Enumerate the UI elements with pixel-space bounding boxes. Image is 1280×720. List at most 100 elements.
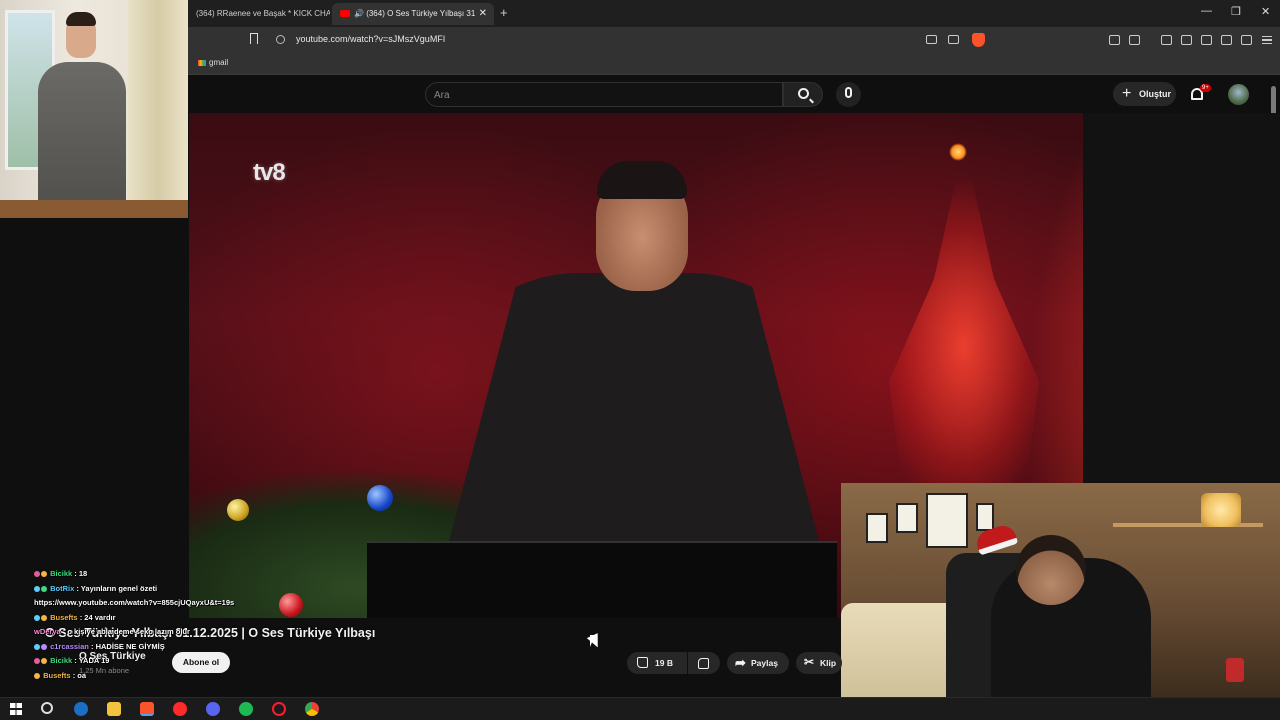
speaker-icon: 🔊 (354, 9, 367, 18)
chat-username: BotRix (50, 583, 75, 593)
close-tab-icon[interactable]: ✕ (479, 3, 487, 25)
youtube-favicon-icon (340, 10, 350, 18)
chat-message: Bicikk : YADA 19 (34, 654, 284, 669)
browser-menu-icon[interactable] (1262, 36, 1272, 44)
chat-text: : HADİSE NE GİYMİŞ (90, 641, 165, 651)
voice-search-button[interactable] (836, 82, 861, 107)
desk (367, 543, 837, 618)
chat-message: c1rcassian : HADİSE NE GİYMİŞ (34, 640, 284, 655)
chat-username: Bicikk (50, 569, 73, 578)
like-count: 19 B (655, 658, 673, 668)
tab-manager-icon[interactable] (1129, 35, 1140, 45)
media-icon[interactable] (1161, 35, 1172, 45)
thumbs-up-icon (637, 657, 648, 668)
webcam-overlay-streamer (841, 483, 1280, 703)
curtain (128, 0, 188, 218)
chat-message: Bicikk : 18 (34, 567, 284, 582)
tab-label: (364) RRaenee ve Başak * KICK CHAT (196, 9, 330, 18)
share-button[interactable]: ➦ Paylaş (727, 652, 789, 674)
chat-username: wDerya (34, 627, 61, 636)
search-input[interactable] (434, 87, 764, 103)
chat-text: : Yayınların genel özeti (76, 583, 158, 593)
thumbs-down-icon (698, 658, 709, 669)
search-icon[interactable] (41, 702, 53, 714)
scissors-icon: ✂ (804, 655, 815, 669)
tab-kick-chat[interactable]: (364) RRaenee ve Başak * KICK CHAT (188, 3, 330, 25)
create-button[interactable]: + Oluştur (1113, 82, 1176, 106)
wall-frame (866, 513, 888, 543)
chat-message: Busefts : 24 vardır (34, 611, 284, 626)
new-tab-button[interactable]: + (500, 3, 508, 23)
mouse-cursor (590, 635, 595, 647)
chat-badge-icon (34, 658, 40, 665)
create-label: Oluştur (1139, 89, 1172, 99)
leo-ai-icon[interactable] (1221, 35, 1232, 45)
chat-badge-icon (34, 585, 40, 592)
chat-username: Busefts (50, 612, 78, 622)
webcam-overlay-guest (0, 0, 188, 218)
search-button[interactable] (783, 82, 823, 107)
youtube-music-icon[interactable] (173, 702, 187, 716)
spotify-icon[interactable] (239, 702, 253, 716)
chrome-icon[interactable] (305, 702, 319, 716)
steam-icon[interactable] (74, 702, 88, 716)
chat-link[interactable]: https://www.youtube.com/watch?v=855cjUQa… (34, 598, 234, 607)
brave-shields-icon[interactable] (972, 33, 985, 47)
chat-username: c1rcassian (50, 641, 89, 651)
bookmark-gmail[interactable]: gmail (198, 58, 228, 67)
wall-frame (896, 503, 918, 533)
cast-icon[interactable] (926, 35, 937, 44)
chat-badge-icon (34, 643, 40, 650)
video-side-panel (1083, 113, 1280, 483)
bookmark-label: gmail (209, 58, 229, 67)
restore-button[interactable]: ❐ (1231, 5, 1241, 18)
notification-badge: 9+ (1200, 84, 1211, 92)
chat-badge-icon (34, 614, 40, 621)
chat-badge-icon (34, 672, 40, 679)
blue-ornament (367, 485, 393, 511)
chat-badge-icon (41, 658, 47, 665)
guest-hair (66, 12, 96, 26)
discord-icon[interactable] (206, 702, 220, 716)
chat-text: : YADA 19 (74, 656, 110, 665)
tab-youtube-video[interactable]: 🔊 (364) O Ses Türkiye Yılbaşı 31 ✕ (332, 3, 494, 25)
chat-text: : 24 vardır (79, 612, 116, 622)
sidebar-icon[interactable] (1181, 35, 1192, 45)
url-field[interactable]: youtube.com/watch?v=sJMszVguMFI (296, 34, 445, 44)
streamer-head (1016, 535, 1086, 605)
chat-username: Bicikk (50, 656, 73, 665)
search-icon (798, 88, 809, 99)
extensions-icon[interactable] (1109, 35, 1120, 45)
site-settings-icon[interactable] (276, 35, 285, 44)
chat-badge-icon (34, 571, 40, 578)
close-window-button[interactable]: ✕ (1261, 5, 1270, 18)
youtube-header: + Oluştur 9+ (188, 75, 1280, 113)
clip-button[interactable]: ✂ Klip (796, 652, 842, 674)
windows-taskbar (0, 697, 1280, 720)
christmas-tree-lights (889, 143, 1039, 483)
opera-icon[interactable] (272, 702, 286, 716)
share-page-icon[interactable] (948, 35, 959, 44)
avatar[interactable] (1228, 84, 1249, 105)
tv8-logo: tv8 (253, 159, 286, 186)
chat-badge-icon (41, 614, 47, 621)
bookmark-icon[interactable] (250, 33, 258, 44)
clip-label: Klip (820, 658, 837, 668)
chat-badge-icon (41, 643, 47, 650)
tab-label: (364) O Ses Türkiye Yılbaşı 31 (366, 9, 476, 18)
search-box (425, 82, 783, 107)
minimize-button[interactable]: — (1201, 5, 1212, 17)
vpn-icon[interactable] (1241, 35, 1252, 45)
chat-message: wDerya : o kişiye abla deme seko lazım o… (34, 625, 284, 640)
brave-icon[interactable] (140, 702, 154, 716)
chat-message: https://www.youtube.com/watch?v=855cjUQa… (34, 596, 284, 611)
dislike-button[interactable] (688, 652, 720, 674)
share-arrow-icon: ➦ (735, 655, 746, 670)
file-explorer-icon[interactable] (107, 702, 121, 716)
stream-chat-overlay: Bicikk : 18 BotRix : Yayınların genel öz… (34, 567, 284, 683)
like-button[interactable]: 19 B (627, 652, 687, 674)
address-bar-row: youtube.com/watch?v=sJMszVguMFI (0, 27, 1280, 53)
wallet-icon[interactable] (1201, 35, 1212, 45)
windows-icon[interactable] (10, 703, 22, 715)
browser-tab-bar: (364) RRaenee ve Başak * KICK CHAT 🔊 (36… (0, 0, 1280, 27)
